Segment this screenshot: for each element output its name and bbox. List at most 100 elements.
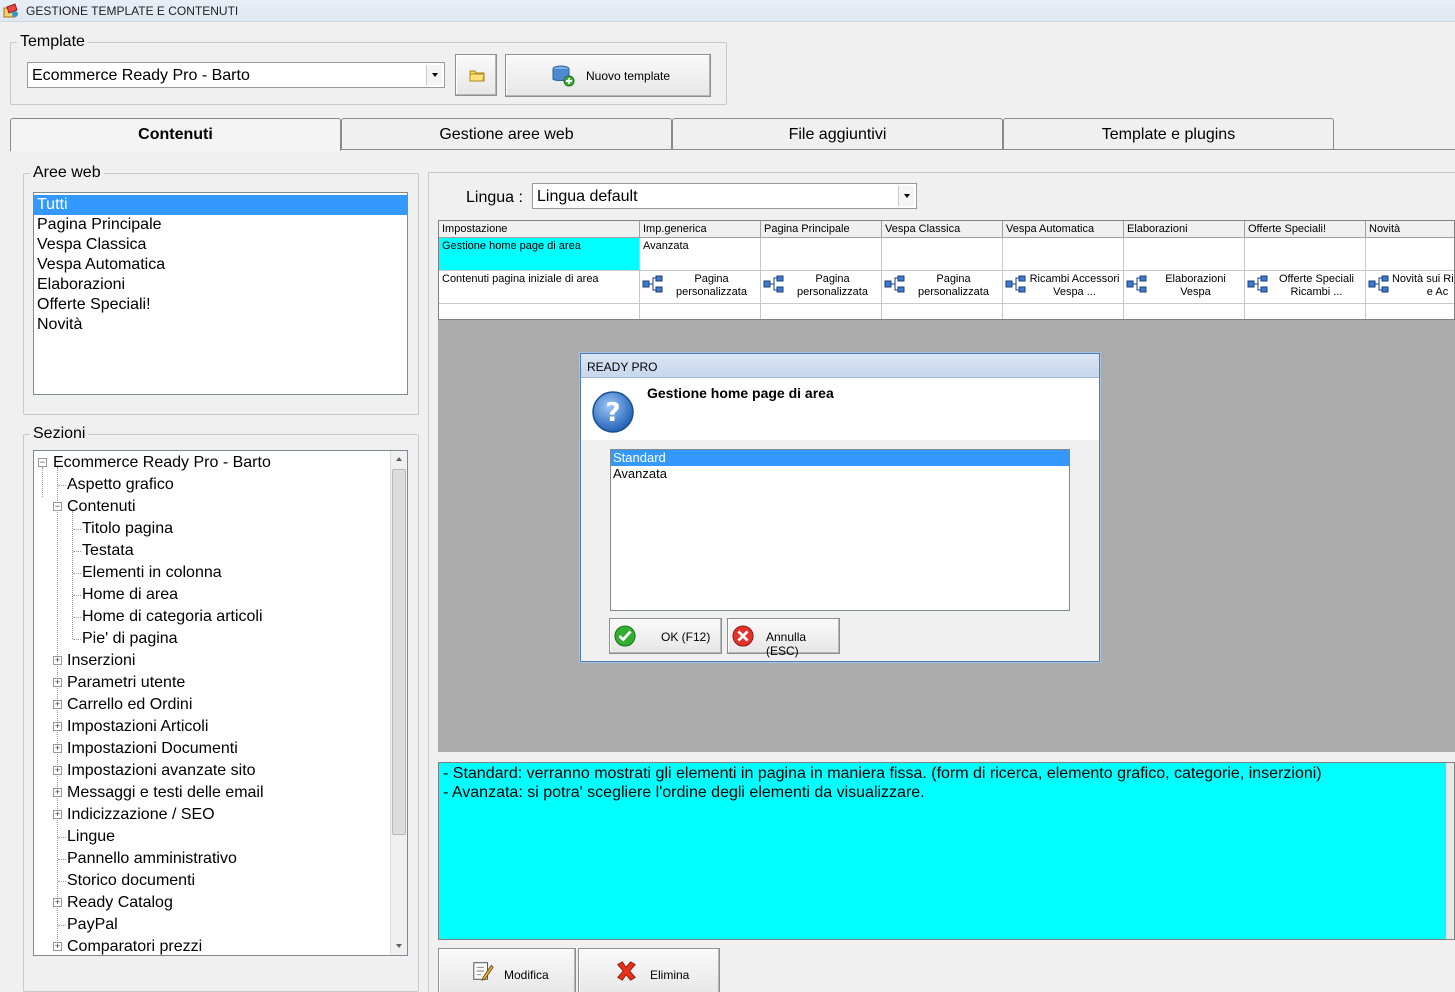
cancel-button[interactable]: Annulla (ESC) xyxy=(727,618,840,658)
tree-item[interactable]: Elementi in colonna xyxy=(82,562,222,584)
open-folder-button[interactable] xyxy=(455,54,497,96)
chevron-down-icon[interactable] xyxy=(426,65,442,85)
new-template-button[interactable]: Nuovo template xyxy=(505,54,711,97)
expand-icon[interactable]: + xyxy=(53,700,62,709)
modifica-button[interactable]: Modifica xyxy=(438,948,576,992)
ok-button[interactable]: OK (F12) xyxy=(609,618,722,654)
info-scrollbar[interactable] xyxy=(1446,763,1454,939)
table-cell[interactable] xyxy=(1366,238,1454,271)
column-header[interactable]: Pagina Principale xyxy=(761,221,882,238)
elimina-button[interactable]: Elimina xyxy=(578,948,720,992)
list-item[interactable]: Vespa Classica xyxy=(34,235,407,255)
tab-gestione-aree-web[interactable]: Gestione aree web xyxy=(341,118,672,149)
table-cell[interactable]: Ricambi Accessori Vespa ... xyxy=(1003,271,1124,304)
list-item[interactable]: Pagina Principale xyxy=(34,215,407,235)
tree-item[interactable]: Parametri utente xyxy=(67,672,185,694)
list-item[interactable]: Tutti xyxy=(34,195,407,215)
table-cell[interactable] xyxy=(1003,304,1124,319)
column-header[interactable]: Novità xyxy=(1366,221,1454,238)
expand-icon[interactable]: + xyxy=(53,744,62,753)
column-header[interactable]: Vespa Automatica xyxy=(1003,221,1124,238)
collapse-icon[interactable]: − xyxy=(38,458,47,467)
column-header[interactable]: Offerte Speciali! xyxy=(1245,221,1366,238)
list-item[interactable]: Novità xyxy=(34,315,407,335)
tree-item[interactable]: Titolo pagina xyxy=(82,518,173,540)
sezioni-tree[interactable]: Ecommerce Ready Pro - Barto − Aspetto graf… xyxy=(33,450,408,956)
tree-item[interactable]: Impostazioni Articoli xyxy=(67,716,208,738)
table-cell[interactable] xyxy=(882,304,1003,319)
list-item[interactable]: Offerte Speciali! xyxy=(34,295,407,315)
tree-item[interactable]: Impostazioni avanzate sito xyxy=(67,760,256,782)
collapse-icon[interactable]: − xyxy=(53,502,62,511)
expand-icon[interactable]: + xyxy=(53,810,62,819)
settings-grid[interactable]: Impostazione Imp.generica Pagina Principal… xyxy=(438,220,1455,320)
tree-item[interactable]: Impostazioni Documenti xyxy=(67,738,238,760)
table-cell[interactable] xyxy=(761,304,882,319)
table-cell[interactable]: Novità sui Ricambi e Ac xyxy=(1366,271,1454,304)
table-cell[interactable]: Offerte Speciali Ricambi ... xyxy=(1245,271,1366,304)
table-cell[interactable] xyxy=(1366,304,1454,319)
tree-scrollbar[interactable] xyxy=(390,451,407,955)
expand-icon[interactable]: + xyxy=(53,898,62,907)
lingua-select[interactable]: Lingua default xyxy=(532,183,917,209)
tree-item[interactable]: PayPal xyxy=(67,914,118,936)
tree-item[interactable]: Messaggi e testi delle email xyxy=(67,782,264,804)
tree-item[interactable]: Indicizzazione / SEO xyxy=(67,804,215,826)
tree-item[interactable]: Pannello amministrativo xyxy=(67,848,237,870)
chevron-down-icon[interactable] xyxy=(898,186,914,206)
scroll-thumb[interactable] xyxy=(392,469,406,835)
list-item[interactable]: Vespa Automatica xyxy=(34,255,407,275)
template-select[interactable]: Ecommerce Ready Pro - Barto xyxy=(27,62,445,88)
table-cell[interactable] xyxy=(1124,304,1245,319)
table-cell[interactable] xyxy=(1245,238,1366,271)
aree-web-list[interactable]: Tutti Pagina Principale Vespa Classica V… xyxy=(33,192,408,395)
tree-item[interactable]: Storico documenti xyxy=(67,870,195,892)
list-item[interactable]: Elaborazioni xyxy=(34,275,407,295)
column-header[interactable]: Impostazione xyxy=(439,221,640,238)
table-cell[interactable]: Pagina personalizzata xyxy=(882,271,1003,304)
row-label[interactable]: Contenuti pagina iniziale di area xyxy=(439,271,640,304)
table-cell[interactable] xyxy=(1245,304,1366,319)
tree-item[interactable]: Ready Catalog xyxy=(67,892,173,914)
table-cell[interactable]: Pagina personalizzata xyxy=(640,271,761,304)
tree-item[interactable]: Aspetto grafico xyxy=(67,474,174,496)
table-cell[interactable] xyxy=(439,304,640,319)
column-header[interactable]: Imp.generica xyxy=(640,221,761,238)
tree-item[interactable]: Carrello ed Ordini xyxy=(67,694,192,716)
tab-file-aggiuntivi[interactable]: File aggiuntivi xyxy=(672,118,1003,149)
list-item[interactable]: Avanzata xyxy=(611,466,1069,482)
tree-item[interactable]: Inserzioni xyxy=(67,650,135,672)
tree-item[interactable]: Ecommerce Ready Pro - Barto xyxy=(53,452,271,474)
table-cell[interactable] xyxy=(640,304,761,319)
table-cell[interactable] xyxy=(761,238,882,271)
table-cell[interactable]: Pagina personalizzata xyxy=(761,271,882,304)
tree-item[interactable]: Home di categoria articoli xyxy=(82,606,263,628)
tree-item[interactable]: Contenuti xyxy=(67,496,136,518)
table-cell[interactable]: Elaborazioni Vespa xyxy=(1124,271,1245,304)
tab-template-e-plugins[interactable]: Template e plugins xyxy=(1003,118,1334,149)
expand-icon[interactable]: + xyxy=(53,942,62,951)
expand-icon[interactable]: + xyxy=(53,656,62,665)
selection-dialog[interactable]: READY PRO ? Gestione home page di area S… xyxy=(580,353,1100,662)
expand-icon[interactable]: + xyxy=(53,788,62,797)
column-header[interactable]: Elaborazioni xyxy=(1124,221,1245,238)
tab-contenuti[interactable]: Contenuti xyxy=(10,118,341,151)
tree-item[interactable]: Testata xyxy=(82,540,134,562)
scroll-down-icon[interactable] xyxy=(391,938,407,955)
dialog-title-bar[interactable]: READY PRO xyxy=(581,354,1099,378)
dialog-options-list[interactable]: Standard Avanzata xyxy=(610,449,1070,611)
expand-icon[interactable]: + xyxy=(53,766,62,775)
table-cell[interactable] xyxy=(1124,238,1245,271)
tree-item[interactable]: Lingue xyxy=(67,826,115,848)
table-cell[interactable] xyxy=(1003,238,1124,271)
row-label[interactable]: Gestione home page di area xyxy=(439,238,640,271)
tree-item[interactable]: Comparatori prezzi xyxy=(67,936,202,955)
tree-item[interactable]: Pie' di pagina xyxy=(82,628,178,650)
table-cell[interactable]: Avanzata xyxy=(640,238,761,271)
tree-item[interactable]: Home di area xyxy=(82,584,178,606)
scroll-up-icon[interactable] xyxy=(391,451,407,468)
column-header[interactable]: Vespa Classica xyxy=(882,221,1003,238)
table-cell[interactable] xyxy=(882,238,1003,271)
expand-icon[interactable]: + xyxy=(53,722,62,731)
list-item[interactable]: Standard xyxy=(611,450,1069,466)
